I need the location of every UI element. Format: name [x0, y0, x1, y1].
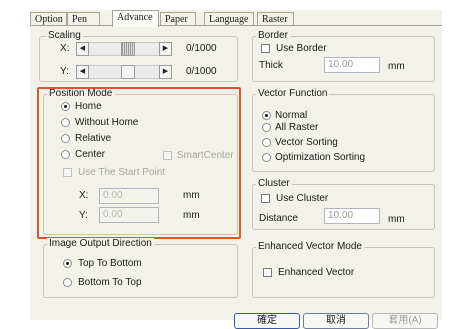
radio-relative[interactable] [61, 134, 70, 143]
thick-unit: mm [388, 61, 405, 72]
top-to-bottom-label: Top To Bottom [78, 258, 142, 269]
enhanced-vector-label: Enhanced Vector [278, 267, 355, 278]
enhanced-vector-checkbox[interactable] [263, 268, 272, 277]
smart-center-label: SmartCenter [177, 150, 234, 161]
enhanced-vector-legend: Enhanced Vector Mode [256, 241, 364, 253]
scaling-y-label: Y: [60, 66, 69, 77]
ok-button[interactable]: 確定 [234, 313, 300, 329]
smart-center-checkbox[interactable] [163, 151, 172, 160]
radio-bottom-to-top[interactable] [63, 278, 72, 287]
tab-raster[interactable]: Raster [257, 12, 294, 25]
tab-pen[interactable]: Pen [67, 12, 100, 25]
scroll-left-icon[interactable]: ◀ [76, 42, 89, 56]
optimization-sorting-label: Optimization Sorting [275, 152, 366, 163]
center-label: Center [75, 149, 106, 160]
radio-top-to-bottom[interactable] [63, 259, 72, 268]
scroll-thumb[interactable] [121, 65, 135, 79]
home-label: Home [75, 101, 102, 112]
scroll-right-icon[interactable]: ▶ [159, 42, 172, 56]
scaling-y-scrollbar[interactable]: ◀ ▶ [76, 65, 172, 79]
use-cluster-checkbox[interactable] [261, 194, 270, 203]
radio-all-raster[interactable] [262, 123, 271, 132]
normal-label: Normal [275, 110, 308, 121]
start-y-unit: mm [183, 210, 200, 221]
radio-home[interactable] [61, 102, 70, 111]
radio-vector-sorting[interactable] [262, 138, 271, 147]
scroll-right-icon[interactable]: ▶ [159, 65, 172, 79]
bottom-to-top-label: Bottom To Top [78, 277, 142, 288]
cancel-button[interactable]: 取消 [303, 313, 369, 329]
distance-unit: mm [388, 214, 405, 225]
relative-label: Relative [75, 133, 112, 144]
scaling-x-scrollbar[interactable]: ◀ ▶ [76, 42, 172, 56]
radio-center[interactable] [61, 150, 70, 159]
tab-advance[interactable]: Advance [112, 10, 159, 27]
use-cluster-label: Use Cluster [276, 193, 329, 204]
radio-without-home[interactable] [61, 118, 70, 127]
start-y-input[interactable]: 0.00 [99, 207, 159, 223]
scaling-x-value: 0/1000 [186, 43, 217, 54]
vector-sorting-label: Vector Sorting [275, 137, 338, 148]
scaling-legend: Scaling [46, 30, 83, 42]
without-home-label: Without Home [75, 117, 139, 128]
tab-divider [30, 25, 442, 26]
start-x-label: X: [79, 190, 89, 201]
distance-input[interactable]: 10.00 [324, 208, 380, 224]
distance-label: Distance [259, 213, 298, 224]
use-start-point-label: Use The Start Point [78, 167, 166, 178]
scaling-y-value: 0/1000 [186, 66, 217, 77]
vector-function-legend: Vector Function [256, 88, 330, 100]
use-border-label: Use Border [276, 43, 327, 54]
image-output-group: Image Output Direction [43, 238, 238, 298]
tab-language[interactable]: Language [204, 12, 254, 25]
radio-optimization-sorting[interactable] [262, 153, 271, 162]
radio-normal[interactable] [262, 111, 271, 120]
all-raster-label: All Raster [275, 122, 319, 133]
start-x-unit: mm [183, 190, 200, 201]
thick-label: Thick [259, 60, 283, 71]
use-border-checkbox[interactable] [261, 44, 270, 53]
scaling-x-label: X: [60, 43, 70, 54]
image-output-legend: Image Output Direction [47, 238, 154, 250]
start-x-input[interactable]: 0.00 [99, 188, 159, 204]
scroll-thumb[interactable] [121, 42, 135, 56]
start-y-label: Y: [79, 210, 88, 221]
thick-input[interactable]: 10.00 [324, 57, 380, 73]
cluster-legend: Cluster [256, 178, 292, 190]
tab-paper[interactable]: Paper [160, 12, 196, 25]
use-start-point-checkbox[interactable] [63, 168, 72, 177]
tab-option[interactable]: Option [30, 12, 67, 25]
scroll-left-icon[interactable]: ◀ [76, 65, 89, 79]
border-legend: Border [256, 30, 291, 42]
apply-button[interactable]: 套用(A) [372, 313, 438, 329]
